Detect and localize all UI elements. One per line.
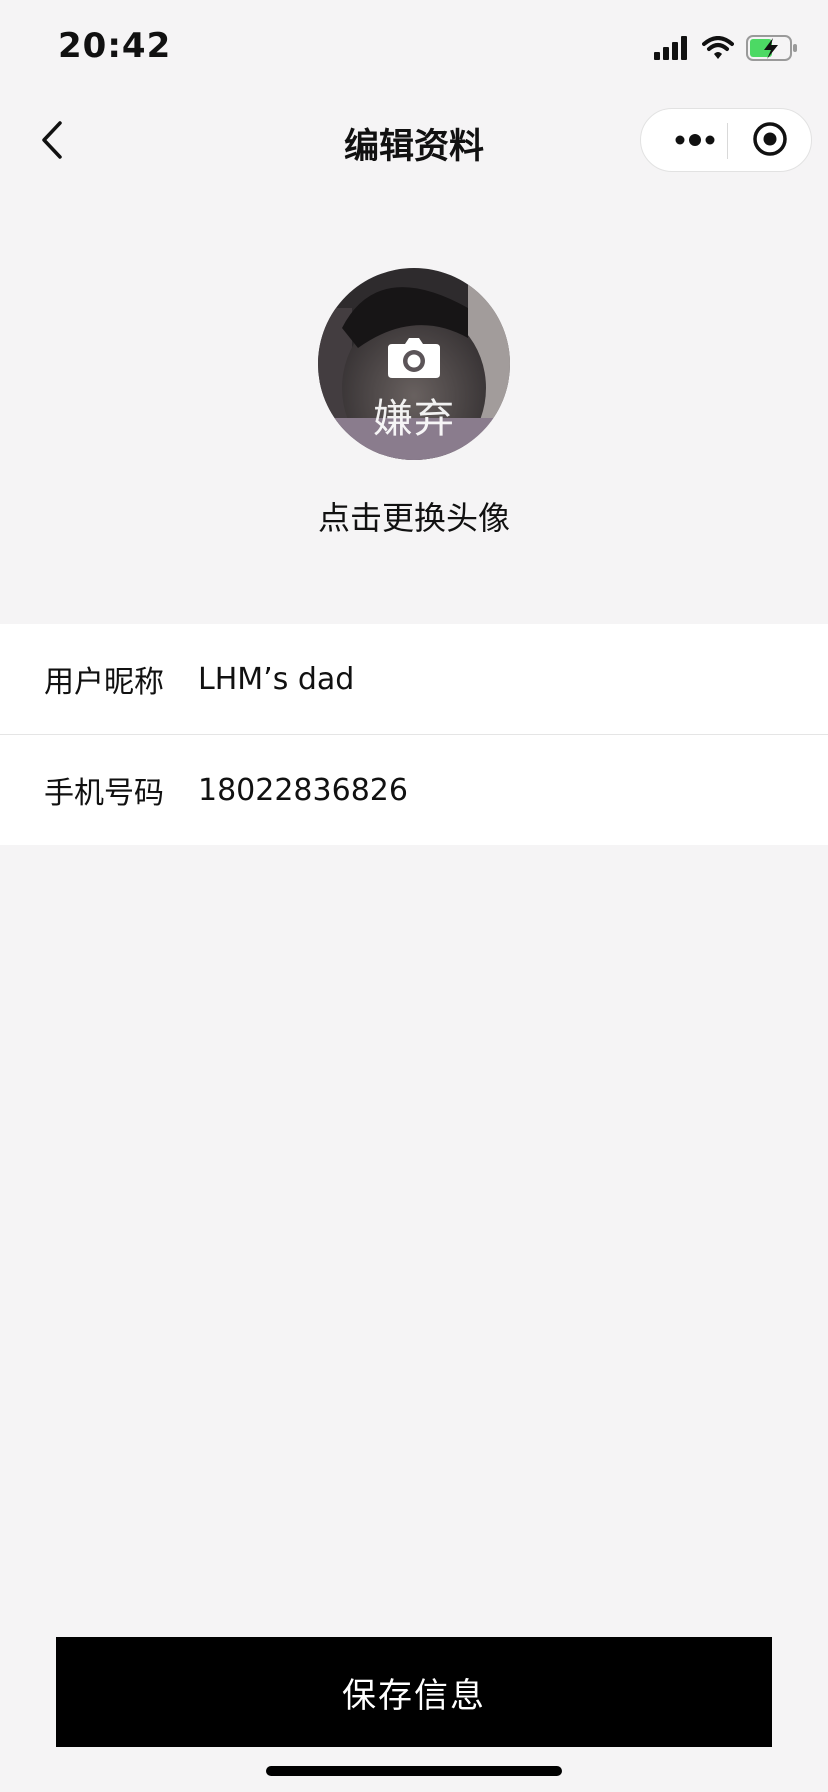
home-indicator — [266, 1766, 562, 1776]
phone-row: 手机号码 18022836826 — [0, 734, 828, 845]
profile-form: 用户昵称 LHM’s dad 手机号码 18022836826 — [0, 624, 828, 845]
capsule-divider — [727, 123, 728, 159]
nickname-row: 用户昵称 LHM’s dad — [0, 624, 828, 734]
phone-label: 手机号码 — [44, 776, 164, 811]
mini-program-capsule — [640, 108, 812, 172]
more-dots-icon — [674, 132, 716, 151]
signal-icon — [654, 36, 690, 64]
nav-bar: 编辑资料 — [0, 96, 828, 186]
nickname-label: 用户昵称 — [44, 665, 164, 700]
camera-icon — [388, 338, 440, 382]
avatar-overlay-text: 嫌弃 — [373, 396, 455, 442]
avatar[interactable]: 嫌弃 — [318, 268, 510, 460]
status-icons — [654, 30, 798, 70]
close-mini-program-button[interactable] — [745, 121, 795, 161]
wifi-icon — [702, 36, 734, 64]
more-button[interactable] — [665, 121, 725, 161]
save-button[interactable]: 保存信息 — [56, 1637, 772, 1747]
change-avatar-label[interactable]: 点击更换头像 — [0, 493, 828, 539]
target-circle-icon — [752, 121, 788, 161]
battery-icon — [746, 35, 798, 65]
phone-field[interactable]: 18022836826 — [198, 773, 408, 808]
nickname-field[interactable]: LHM’s dad — [198, 662, 354, 697]
status-time: 20:42 — [58, 26, 172, 66]
status-bar: 20:42 — [0, 0, 828, 96]
